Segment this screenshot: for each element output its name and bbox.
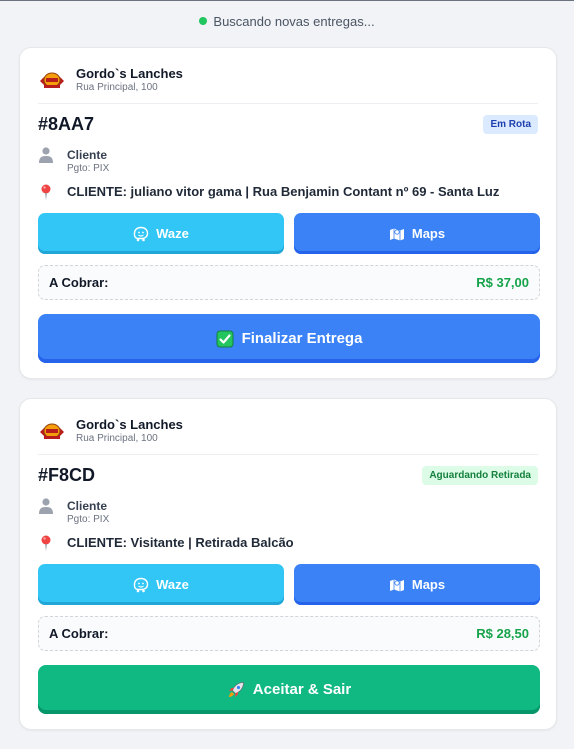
status-badge: Aguardando Retirada <box>422 466 538 485</box>
charge-box: A Cobrar: R$ 28,50 <box>38 616 540 651</box>
divider <box>38 454 538 455</box>
order-code: #F8CD <box>38 465 96 485</box>
charge-box: A Cobrar: R$ 37,00 <box>38 265 540 300</box>
store-logo-icon <box>40 72 64 88</box>
location-pin-icon <box>41 535 51 551</box>
order-code: #8AA7 <box>38 114 95 134</box>
status-dot-icon <box>199 17 208 25</box>
waze-label: Waze <box>156 226 189 241</box>
store-logo-icon <box>40 423 64 439</box>
finish-delivery-label: Finalizar Entrega <box>241 330 363 347</box>
store-header: Gordo`s Lanches Rua Principal, 100 <box>38 66 183 94</box>
accept-and-leave-label: Aceitar & Sair <box>252 681 352 698</box>
store-name: Gordo`s Lanches <box>76 66 183 81</box>
store-address: Rua Principal, 100 <box>76 82 158 93</box>
location-pin-icon <box>41 184 51 200</box>
search-status: Buscando novas entregas... <box>0 10 574 32</box>
waze-button[interactable]: Waze <box>38 213 284 254</box>
customer-label: Cliente <box>67 499 108 513</box>
map-icon <box>389 228 404 240</box>
payment-method: Pgto: PIX <box>67 163 110 174</box>
order-card: Gordo`s Lanches Rua Principal, 100 #8AA7… <box>19 47 557 379</box>
status-text: Buscando novas entregas... <box>213 13 375 29</box>
delivery-address: CLIENTE: juliano vitor gama | Rua Benjam… <box>67 184 500 199</box>
charge-label: A Cobrar: <box>49 626 109 641</box>
map-icon <box>389 579 404 591</box>
maps-label: Maps <box>411 577 446 592</box>
store-address: Rua Principal, 100 <box>76 433 158 444</box>
accept-and-leave-button[interactable]: Aceitar & Sair <box>38 665 540 714</box>
maps-button[interactable]: Maps <box>294 564 540 605</box>
order-card: Gordo`s Lanches Rua Principal, 100 #F8CD… <box>19 398 557 730</box>
check-box-icon <box>216 330 234 347</box>
store-header: Gordo`s Lanches Rua Principal, 100 <box>38 417 183 445</box>
charge-label: A Cobrar: <box>49 275 109 290</box>
charge-value: R$ 37,00 <box>476 275 529 290</box>
waze-icon <box>133 577 149 592</box>
waze-icon <box>133 226 149 241</box>
charge-value: R$ 28,50 <box>476 626 529 641</box>
waze-label: Waze <box>156 577 189 592</box>
status-badge: Em Rota <box>483 115 538 134</box>
waze-button[interactable]: Waze <box>38 564 284 605</box>
top-border <box>0 0 574 1</box>
maps-button[interactable]: Maps <box>294 213 540 254</box>
user-icon <box>39 498 53 514</box>
rocket-icon <box>228 681 244 697</box>
customer-label: Cliente <box>67 148 108 162</box>
delivery-address: CLIENTE: Visitante | Retirada Balcão <box>67 535 294 550</box>
divider <box>38 103 538 104</box>
payment-method: Pgto: PIX <box>67 514 110 525</box>
finish-delivery-button[interactable]: Finalizar Entrega <box>38 314 540 363</box>
maps-label: Maps <box>411 226 446 241</box>
store-name: Gordo`s Lanches <box>76 417 183 432</box>
user-icon <box>39 147 53 163</box>
